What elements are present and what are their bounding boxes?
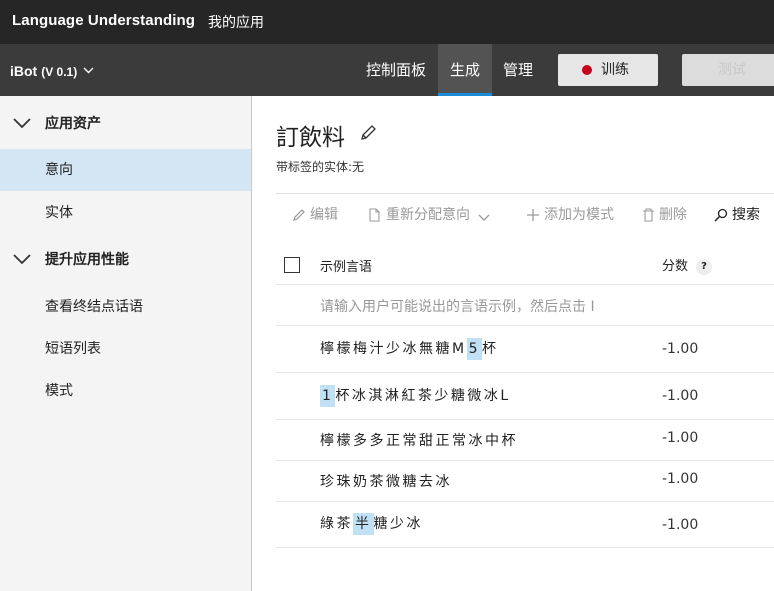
entity-label[interactable]: 1 [320, 385, 336, 407]
tab-build[interactable]: 生成 [438, 44, 492, 96]
delete-button[interactable]: 删除 [642, 204, 687, 224]
add-as-pattern-button[interactable]: 添加为模式 [526, 204, 614, 224]
select-all-checkbox[interactable] [284, 257, 300, 273]
utterance-text[interactable]: 檸檬多多正常甜正常冰中杯 [320, 430, 518, 450]
column-header-score[interactable]: 分数? [662, 255, 713, 275]
new-utterance-row[interactable]: 请输入用户可能说出的言语示例，然后点击 I [276, 285, 774, 326]
score-header-label: 分数 [662, 259, 689, 274]
score-value: -1.00 [662, 471, 699, 487]
main-content: 訂飲料 带标签的实体:无 编辑 重新分配意向 添加为模式 删除 搜索 示例言语 … [252, 96, 774, 591]
labeled-entities-summary: 带标签的实体:无 [276, 160, 365, 174]
plus-icon [527, 209, 539, 221]
utterance-segment: 杯 [482, 341, 499, 357]
sidebar-item-review-endpoint-utterances[interactable]: 查看终结点话语 [0, 286, 251, 328]
utterance-input[interactable]: 请输入用户可能说出的言语示例，然后点击 I [320, 296, 595, 316]
utterance-segment: 檸檬梅汁少冰無糖M [320, 341, 467, 357]
search-label: 搜索 [732, 207, 760, 223]
trash-icon [643, 208, 654, 222]
train-button-label: 训练 [601, 62, 629, 78]
train-button[interactable]: 训练 [558, 54, 658, 86]
table-row[interactable]: 綠茶半糖少冰 -1.00 [276, 502, 774, 548]
utterance-text[interactable]: 1 杯冰淇淋紅茶少糖微冰L [320, 385, 511, 407]
reassign-intent-button[interactable]: 重新分配意向 [368, 204, 490, 224]
tab-manage[interactable]: 管理 [496, 44, 540, 96]
edit-name-pencil-icon[interactable] [359, 124, 377, 146]
entity-label[interactable]: 5 [466, 338, 483, 360]
app-bar: iBot (V 0.1) 控制面板 生成 管理 训练 测试 [0, 44, 774, 96]
tab-dashboard[interactable]: 控制面板 [360, 44, 432, 96]
utterance-text[interactable]: 綠茶半糖少冰 [320, 513, 423, 535]
help-icon[interactable]: ? [696, 259, 713, 275]
chevron-down-icon [478, 214, 490, 221]
sidebar-section-improve-performance[interactable]: 提升应用性能 [0, 239, 251, 281]
pencil-icon [293, 209, 305, 221]
score-value: -1.00 [662, 517, 699, 533]
product-name[interactable]: Language Understanding [12, 12, 195, 29]
utterance-segment: 綠茶 [320, 516, 353, 532]
record-dot-icon [582, 65, 592, 75]
table-header: 示例言语 分数? [276, 246, 774, 285]
edit-button[interactable]: 编辑 [292, 204, 338, 224]
column-header-utterance[interactable]: 示例言语 [320, 256, 372, 275]
utterance-text[interactable]: 檸檬梅汁少冰無糖M 5 杯 [320, 338, 499, 360]
test-button[interactable]: 测试 [682, 54, 774, 86]
table-row[interactable]: 1 杯冰淇淋紅茶少糖微冰L -1.00 [276, 373, 774, 420]
sidebar-section-label: 提升应用性能 [45, 252, 129, 268]
entity-label[interactable]: 半 [353, 513, 374, 535]
top-bar: Language Understanding 我的应用 [0, 0, 774, 44]
sidebar: 应用资产 意向 实体 提升应用性能 查看终结点话语 短语列表 模式 [0, 96, 252, 591]
sidebar-item-phrase-lists[interactable]: 短语列表 [0, 328, 251, 370]
sidebar-section-app-assets[interactable]: 应用资产 [0, 103, 251, 145]
search-button[interactable]: 搜索 [714, 204, 760, 224]
edit-label: 编辑 [310, 207, 338, 223]
app-version: (V 0.1) [41, 65, 78, 79]
table-row[interactable]: 檸檬多多正常甜正常冰中杯 -1.00 [276, 420, 774, 461]
reassign-label: 重新分配意向 [386, 207, 470, 223]
intent-title: 訂飲料 [276, 125, 345, 151]
utterance-segment: 糖少冰 [373, 516, 423, 532]
score-value: -1.00 [662, 430, 699, 446]
utterance-toolbar: 编辑 重新分配意向 添加为模式 删除 搜索 [276, 193, 774, 232]
reassign-icon [369, 208, 380, 222]
app-selector[interactable]: iBot (V 0.1) [10, 61, 94, 79]
chevron-down-icon [83, 61, 94, 77]
utterance-text[interactable]: 珍珠奶茶微糖去冰 [320, 471, 452, 491]
sidebar-section-label: 应用资产 [45, 116, 101, 132]
table-row[interactable]: 檸檬梅汁少冰無糖M 5 杯 -1.00 [276, 326, 774, 373]
search-icon [714, 208, 728, 222]
table-row[interactable]: 珍珠奶茶微糖去冰 -1.00 [276, 461, 774, 502]
sidebar-item-intents[interactable]: 意向 [0, 149, 251, 191]
delete-label: 删除 [659, 207, 687, 223]
utterance-segment: 杯冰淇淋紅茶少糖微冰L [335, 388, 511, 404]
app-name: iBot [10, 63, 38, 79]
score-value: -1.00 [662, 341, 699, 357]
my-apps-link[interactable]: 我的应用 [208, 12, 264, 32]
sidebar-item-patterns[interactable]: 模式 [0, 370, 251, 412]
sidebar-item-entities[interactable]: 实体 [0, 192, 251, 234]
score-value: -1.00 [662, 388, 699, 404]
add-pattern-label: 添加为模式 [544, 207, 614, 223]
